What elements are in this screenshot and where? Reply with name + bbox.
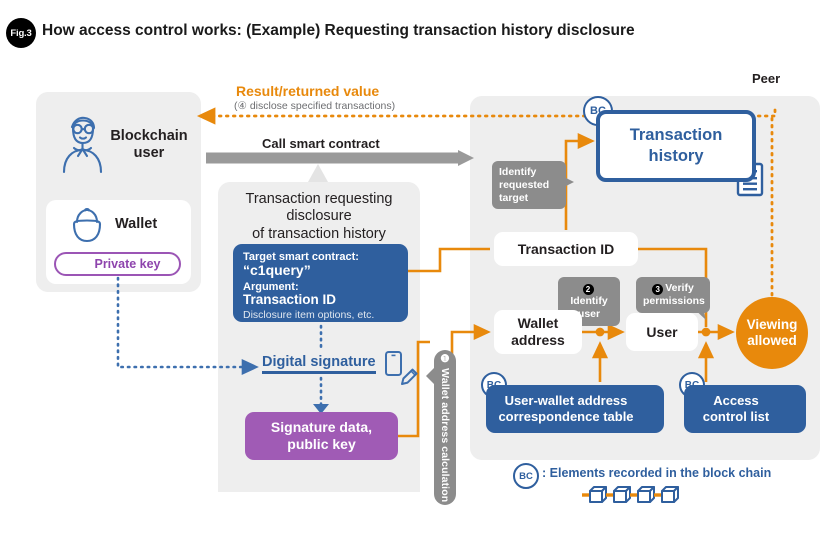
- wallet-address-line1: Wallet: [517, 315, 559, 332]
- smart-contract-details-box: Target smart contract: “c1query” Argumen…: [233, 244, 408, 322]
- user-label-line2: user: [133, 145, 165, 162]
- access-control-list-box: Access control list: [684, 385, 806, 433]
- result-returned-value-sublabel: (④ disclose specified transactions): [234, 100, 396, 112]
- legend-text: : Elements recorded in the block chain: [542, 466, 772, 480]
- tx-history-line1: Transaction: [629, 126, 723, 145]
- corr-table-line1: User-wallet address: [504, 392, 628, 408]
- wallet-address-box: Wallet address: [494, 310, 582, 354]
- peer-label: Peer: [752, 71, 781, 86]
- legend-bc-badge: BC: [513, 463, 539, 489]
- call-smart-contract-label: Call smart contract: [262, 136, 380, 151]
- argument-value: Transaction ID: [243, 292, 337, 307]
- disclosure-options-note: Disclosure item options, etc.: [243, 309, 375, 321]
- viewing-allowed-line1: Viewing: [746, 316, 798, 332]
- user-box: User: [626, 313, 698, 351]
- block-chain-blocks-icon: [582, 486, 679, 503]
- target-contract-value: “c1query”: [243, 262, 311, 278]
- blockchain-user-label: Blockchain user: [104, 128, 194, 162]
- acl-line2: control list: [702, 409, 770, 424]
- user-wallet-correspondence-table-box: User-wallet address correspondence table: [486, 385, 664, 433]
- private-key-label: Private key: [94, 257, 161, 271]
- callout-tail-wallet-calc: [426, 368, 434, 384]
- call-smart-contract-arrow: [206, 150, 474, 182]
- result-returned-value-label: Result/returned value: [236, 83, 380, 99]
- callout-line1: Verify: [665, 282, 694, 294]
- corr-table-line2: correspondence table: [498, 409, 634, 424]
- tx-title-line3: of transaction history: [252, 225, 386, 242]
- tx-history-line2: history: [648, 147, 704, 165]
- signature-data-box: Signature data, public key: [245, 412, 398, 460]
- step-number-2-badge: 2: [582, 284, 594, 296]
- signature-data-line1: Signature data,: [270, 419, 373, 436]
- callout-line2: permissions: [643, 295, 705, 308]
- callout-line2: requested: [499, 178, 550, 191]
- callout-identify-requested-target: Identify requested target: [492, 161, 566, 210]
- step-number-1: ❶: [439, 352, 451, 365]
- transaction-history-box: Transaction history: [596, 110, 756, 182]
- step-number-3-badge: 3: [652, 284, 664, 296]
- tx-title-line1: Transaction requesting: [245, 191, 393, 207]
- wallet-address-line2: address: [511, 332, 565, 348]
- transaction-request-title: Transaction requesting disclosure of tra…: [226, 191, 412, 243]
- user-label-line1: Blockchain: [110, 128, 188, 144]
- wallet-calc-label: Wallet address calculation: [439, 368, 451, 503]
- transaction-id-box: Transaction ID: [494, 232, 638, 266]
- acl-line1: Access: [713, 392, 759, 408]
- wallet-address-calculation-callout: ❶ Wallet address calculation: [434, 350, 456, 505]
- wallet-label: Wallet: [115, 216, 158, 232]
- page-title: How access control works: (Example) Requ…: [42, 22, 635, 39]
- callout-verify-permissions: 3 Verify permissions: [636, 277, 710, 314]
- tx-title-line2: disclosure: [286, 208, 352, 225]
- private-key-badge: Private key: [54, 252, 181, 276]
- digital-signature-label: Digital signature: [262, 354, 376, 374]
- callout-line1: Identify: [570, 295, 608, 308]
- callout-line3: target: [499, 191, 529, 204]
- viewing-allowed-line2: allowed: [747, 333, 797, 348]
- diagram-canvas: Fig.3 How access control works: (Example…: [0, 0, 840, 558]
- figure-number-badge: Fig.3: [6, 18, 36, 48]
- callout-line1: Identify: [499, 166, 537, 178]
- signature-data-line2: public key: [287, 436, 356, 452]
- viewing-allowed-badge: Viewing allowed: [736, 297, 808, 369]
